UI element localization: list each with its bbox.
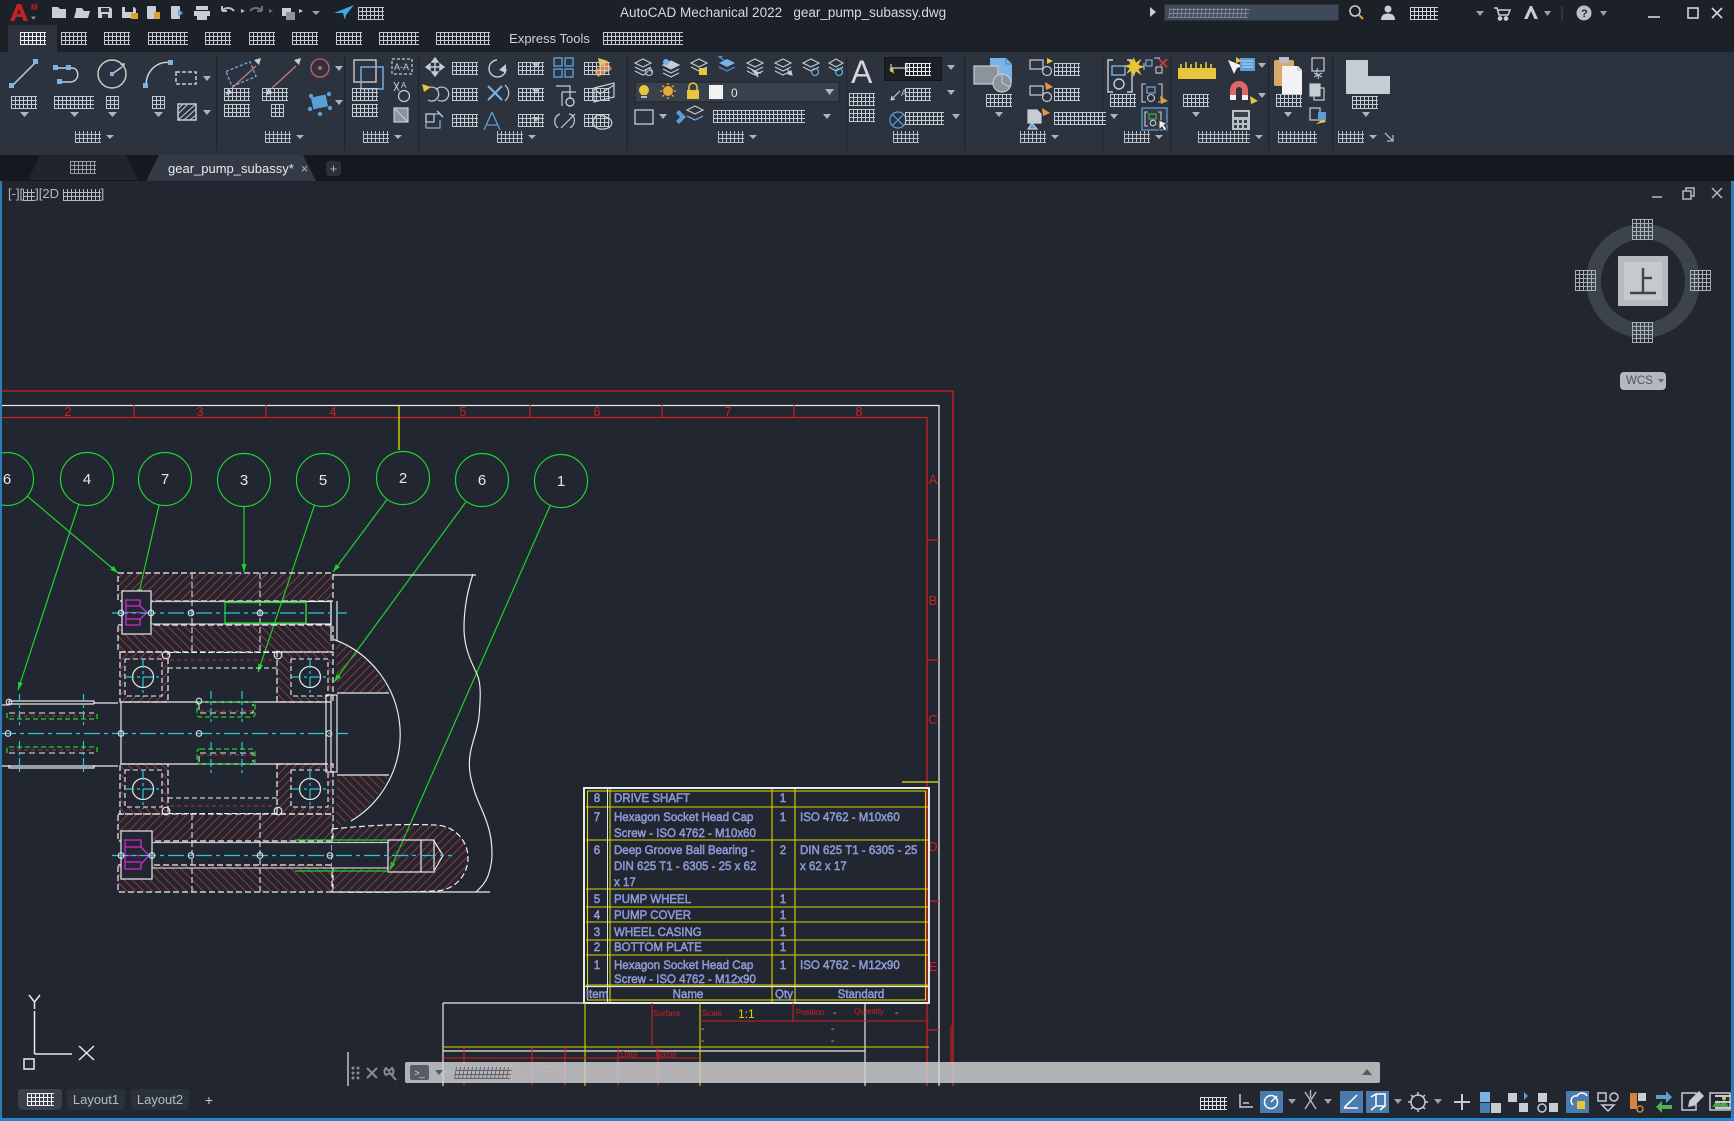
svg-text:1: 1 [780, 960, 786, 972]
svg-text:8: 8 [855, 404, 862, 419]
svg-text:Hexagon Socket Head Cap: Hexagon Socket Head Cap [614, 960, 753, 972]
svg-text:Item: Item [586, 989, 608, 1001]
svg-text:1:1: 1:1 [738, 1007, 755, 1021]
svg-text:3: 3 [594, 927, 600, 939]
svg-text:Name: Name [655, 1050, 677, 1059]
svg-text:2: 2 [64, 404, 71, 419]
svg-text:2: 2 [594, 942, 600, 954]
svg-text:PUMP WHEEL: PUMP WHEEL [614, 894, 692, 906]
svg-text:2: 2 [780, 845, 786, 857]
svg-text:Standard: Standard [838, 989, 885, 1001]
svg-text:x 62 x 17: x 62 x 17 [800, 861, 847, 873]
svg-text:5: 5 [459, 404, 466, 419]
svg-text:Scale: Scale [702, 1009, 723, 1018]
svg-text:1: 1 [780, 812, 786, 824]
svg-text:7: 7 [724, 404, 731, 419]
svg-text:-: - [701, 1024, 704, 1035]
svg-text:ISO 4762 - M10x60: ISO 4762 - M10x60 [800, 812, 900, 824]
svg-text:-: - [831, 1036, 834, 1047]
svg-text:Name: Name [673, 989, 704, 1001]
svg-text:1: 1 [780, 942, 786, 954]
svg-text:B: B [929, 593, 938, 608]
svg-text:-: - [895, 1008, 898, 1019]
svg-text:1: 1 [780, 793, 786, 805]
svg-text:1: 1 [594, 960, 600, 972]
svg-text:1: 1 [780, 927, 786, 939]
svg-text:C: C [928, 712, 937, 727]
svg-text:7: 7 [161, 471, 169, 488]
svg-text:Surface: Surface [653, 1009, 681, 1018]
svg-text:A: A [929, 472, 938, 487]
svg-text:6: 6 [478, 472, 486, 489]
svg-text:2: 2 [399, 470, 407, 487]
svg-text:-: - [701, 1036, 704, 1047]
svg-text:A: A [401, 81, 407, 90]
svg-text:WHEEL CASING: WHEEL CASING [614, 927, 702, 939]
svg-text:4: 4 [329, 404, 336, 419]
svg-text:0: 0 [731, 86, 738, 100]
svg-text:6: 6 [594, 845, 600, 857]
svg-text:ISO 4762 - M12x90: ISO 4762 - M12x90 [800, 960, 900, 972]
svg-text:4: 4 [83, 471, 91, 488]
svg-text:Position: Position [796, 1008, 824, 1017]
svg-text:A-A: A-A [394, 62, 409, 72]
svg-text:PUMP COVER: PUMP COVER [614, 910, 691, 922]
svg-text:5: 5 [594, 894, 600, 906]
svg-text:6: 6 [3, 471, 11, 488]
svg-text:7: 7 [594, 812, 600, 824]
svg-text:x 17: x 17 [614, 877, 636, 889]
svg-text:DIN 625 T1 - 6305 - 25 x 62: DIN 625 T1 - 6305 - 25 x 62 [614, 861, 756, 873]
svg-text:6: 6 [593, 404, 600, 419]
svg-text:Date: Date [621, 1050, 638, 1059]
svg-text:BOTTOM PLATE: BOTTOM PLATE [614, 942, 702, 954]
svg-text:4: 4 [594, 910, 601, 922]
svg-text:DRIVE SHAFT: DRIVE SHAFT [614, 793, 690, 805]
svg-text:-: - [831, 1024, 834, 1035]
svg-text:Qty: Qty [775, 989, 793, 1001]
svg-text:1: 1 [780, 910, 786, 922]
svg-text:Screw - ISO 4762 - M12x90: Screw - ISO 4762 - M12x90 [614, 974, 756, 986]
svg-text:5: 5 [319, 472, 327, 489]
svg-text:3: 3 [240, 472, 248, 489]
svg-text:Hexagon Socket Head Cap: Hexagon Socket Head Cap [614, 812, 753, 824]
svg-text:E: E [929, 959, 938, 974]
svg-text:3: 3 [196, 404, 203, 419]
svg-text:1: 1 [557, 473, 565, 490]
svg-text:8: 8 [594, 793, 600, 805]
svg-text:-: - [833, 1008, 836, 1019]
svg-text:Screw - ISO 4762 - M10x60: Screw - ISO 4762 - M10x60 [614, 828, 756, 840]
svg-text:DIN 625 T1 - 6305 - 25: DIN 625 T1 - 6305 - 25 [800, 845, 917, 857]
svg-text:1: 1 [780, 894, 786, 906]
svg-text:Deep Groove Ball Bearing -: Deep Groove Ball Bearing - [614, 845, 755, 857]
svg-text:Quantity: Quantity [854, 1007, 884, 1016]
